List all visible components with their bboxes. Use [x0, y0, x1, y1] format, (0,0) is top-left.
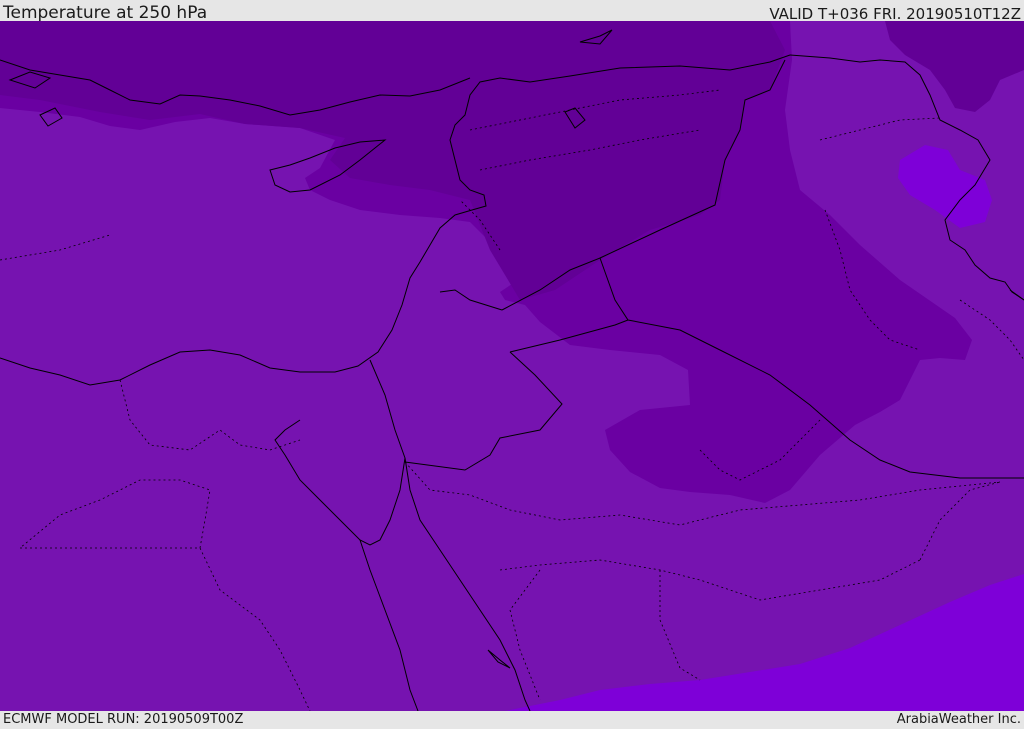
- header-bar: Temperature at 250 hPa VALID T+036 FRI. …: [0, 0, 1024, 23]
- model-run: ECMWF MODEL RUN: 20190509T00Z: [3, 712, 244, 727]
- temperature-map: [0, 21, 1024, 711]
- map-title: Temperature at 250 hPa: [3, 3, 208, 23]
- map-viewer: Temperature at 250 hPa VALID T+036 FRI. …: [0, 0, 1024, 729]
- credit: ArabiaWeather Inc.: [896, 712, 1021, 727]
- footer-bar: ECMWF MODEL RUN: 20190509T00Z ArabiaWeat…: [0, 711, 1024, 729]
